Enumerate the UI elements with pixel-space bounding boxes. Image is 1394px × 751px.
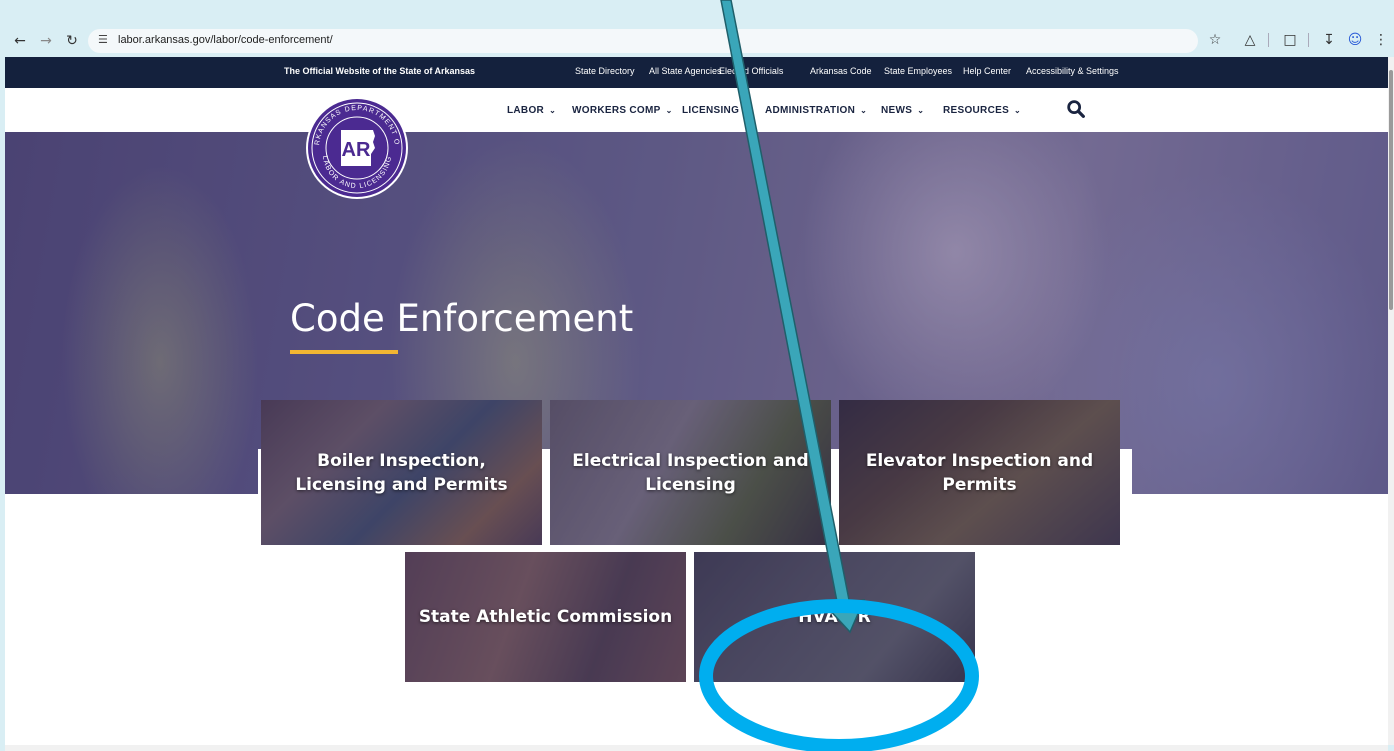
horizontal-scrollbar[interactable] (5, 745, 1388, 751)
chevron-down-icon: ⌄ (917, 106, 925, 115)
department-logo[interactable]: ARKANSAS DEPARTMENT OF LABOR AND LICENSI… (305, 96, 409, 200)
download-icon[interactable]: ↧ (1318, 29, 1340, 51)
tile-boiler-inspection[interactable]: Boiler Inspection, Licensing and Permits (261, 400, 542, 545)
tile-electrical-inspection[interactable]: Electrical Inspection and Licensing (550, 400, 831, 545)
profile-icon[interactable]: ☺ (1344, 29, 1366, 51)
reload-icon[interactable]: ↻ (62, 31, 82, 51)
nav-item-resources[interactable]: RESOURCES ⌄ (943, 105, 1021, 116)
address-bar[interactable]: ☰ labor.arkansas.gov/labor/code-enforcem… (88, 29, 1198, 53)
chevron-down-icon: ⌄ (549, 106, 557, 115)
vertical-scrollbar-thumb[interactable] (1389, 70, 1393, 310)
logo-mark: AR (342, 139, 371, 161)
topbar-link-all-state-agencies[interactable]: All State Agencies (649, 66, 722, 76)
topbar-link-elected-officials[interactable]: Elected Officials (719, 66, 783, 76)
tile-label: HVAC-R (798, 607, 871, 627)
title-underline (290, 350, 398, 354)
toolbar-separator (1268, 33, 1269, 47)
nav-item-administration[interactable]: ADMINISTRATION ⌄ (765, 105, 867, 116)
topbar-link-accessibility[interactable]: Accessibility & Settings (1026, 66, 1119, 76)
topbar-link-help-center[interactable]: Help Center (963, 66, 1011, 76)
tile-label: Boiler Inspection, Licensing and Permits (295, 450, 508, 495)
topbar-link-arkansas-code[interactable]: Arkansas Code (810, 66, 872, 76)
nav-item-label: WORKERS COMP (572, 105, 661, 116)
forward-icon[interactable]: → (36, 31, 56, 51)
page-title: Code Enforcement (290, 297, 634, 340)
nav-item-label: ADMINISTRATION (765, 105, 856, 116)
extensions-icon[interactable]: △ (1239, 29, 1261, 51)
search-icon[interactable] (1065, 98, 1087, 120)
state-topbar: The Official Website of the State of Ark… (5, 57, 1388, 88)
menu-kebab-icon[interactable]: ⋮ (1370, 29, 1392, 51)
toolbar-separator (1308, 33, 1309, 47)
nav-item-licensing[interactable]: LICENSING ⌄ (682, 105, 751, 116)
topbar-link-state-directory[interactable]: State Directory (575, 66, 635, 76)
main-navigation: LABOR ⌄ WORKERS COMP ⌄ LICENSING ⌄ ADMINIST… (5, 88, 1388, 132)
tile-label: Electrical Inspection and Licensing (572, 450, 809, 495)
nav-item-news[interactable]: NEWS ⌄ (881, 105, 924, 116)
tile-label: State Athletic Commission (418, 607, 673, 627)
tile-state-athletic-commission[interactable]: State Athletic Commission (405, 552, 686, 682)
tile-hvac-r[interactable]: HVAC-R (694, 552, 975, 682)
nav-item-label: LICENSING (682, 105, 740, 116)
tab-search-icon[interactable]: □ (1279, 29, 1301, 51)
nav-item-label: LABOR (507, 105, 545, 116)
tile-elevator-inspection[interactable]: Elevator Inspection and Permits (839, 400, 1120, 545)
chevron-down-icon: ⌄ (744, 106, 752, 115)
url-text: labor.arkansas.gov/labor/code-enforcemen… (118, 34, 333, 46)
chevron-down-icon: ⌄ (665, 106, 673, 115)
official-website-text: The Official Website of the State of Ark… (284, 66, 476, 76)
tile-label: Elevator Inspection and Permits (865, 450, 1094, 495)
nav-item-label: RESOURCES (943, 105, 1010, 116)
nav-item-label: NEWS (881, 105, 913, 116)
chevron-down-icon: ⌄ (1014, 106, 1022, 115)
nav-item-workers-comp[interactable]: WORKERS COMP ⌄ (572, 105, 673, 116)
bookmark-star-icon[interactable]: ☆ (1204, 29, 1226, 51)
chevron-down-icon: ⌄ (860, 106, 868, 115)
back-icon[interactable]: ← (10, 31, 30, 51)
topbar-link-state-employees[interactable]: State Employees (884, 66, 952, 76)
nav-item-labor[interactable]: LABOR ⌄ (507, 105, 556, 116)
browser-chrome: ← → ↻ ☰ labor.arkansas.gov/labor/code-en… (0, 0, 1394, 57)
site-settings-icon[interactable]: ☰ (98, 33, 108, 46)
address-row: ← → ↻ ☰ labor.arkansas.gov/labor/code-en… (0, 29, 1394, 53)
